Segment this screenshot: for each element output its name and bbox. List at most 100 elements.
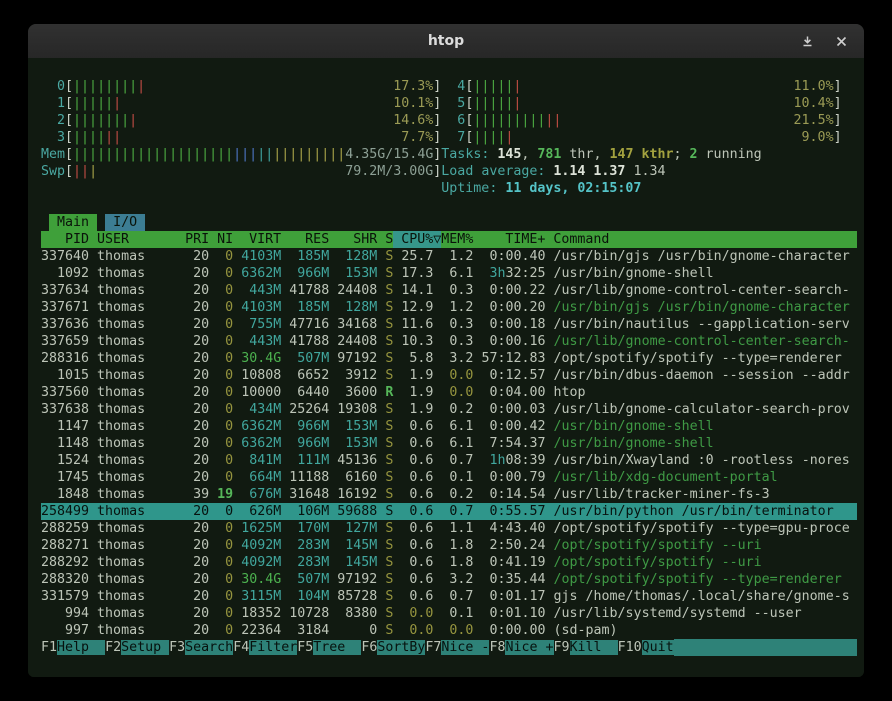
spacer bbox=[393, 316, 401, 333]
group-dropdown-icon[interactable] bbox=[798, 32, 816, 50]
cell-pid: 1092 bbox=[41, 265, 97, 282]
cell-virt: 4103M bbox=[241, 299, 281, 316]
process-row[interactable]: 1148 thomas 20 0 6362M 966M 153M S 0.6 6… bbox=[41, 435, 857, 452]
fkey-button-nice[interactable]: F8Nice + bbox=[489, 639, 553, 656]
process-row[interactable]: 337634 thomas 20 0 443M 41788 24408 S 14… bbox=[41, 282, 857, 299]
process-row[interactable]: 288292 thomas 20 0 4092M 283M 145M S 0.6… bbox=[41, 554, 857, 571]
process-row[interactable]: 1524 thomas 20 0 841M 111M 45136 S 0.6 0… bbox=[41, 452, 857, 469]
fkey-number: F6 bbox=[361, 640, 377, 655]
cell-shr: 45136 bbox=[337, 452, 377, 469]
process-row[interactable]: 337638 thomas 20 0 434M 25264 19308 S 1.… bbox=[41, 401, 857, 418]
cell-user: thomas bbox=[97, 333, 177, 350]
cell-virt: 10000 bbox=[241, 384, 281, 401]
cell-pri: 20 bbox=[177, 537, 209, 554]
process-row[interactable]: 288316 thomas 20 0 30.4G 507M 97192 S 5.… bbox=[41, 350, 857, 367]
fkey-button-kill[interactable]: F9Kill bbox=[554, 639, 618, 656]
cell-virt: 30.4G bbox=[241, 571, 281, 588]
process-row[interactable]: 1147 thomas 20 0 6362M 966M 153M S 0.6 6… bbox=[41, 418, 857, 435]
cell-pid: 288292 bbox=[41, 554, 97, 571]
column-headers-right[interactable]: MEM% TIME+ Command bbox=[441, 231, 609, 248]
column-headers-left[interactable]: PID USER PRI NI VIRT RES SHR S bbox=[41, 231, 393, 248]
spacer bbox=[281, 265, 289, 282]
fkey-button-filter[interactable]: F4Filter bbox=[233, 639, 297, 656]
tab-io[interactable]: I/O bbox=[105, 214, 145, 231]
text-segment: 1.37 bbox=[593, 164, 633, 179]
process-row[interactable]: 288320 thomas 20 0 30.4G 507M 97192 S 0.… bbox=[41, 571, 857, 588]
cell-shr: 127M bbox=[337, 520, 377, 537]
fkey-button-quit[interactable]: F10Quit bbox=[618, 639, 674, 656]
cpu7-meter-close-bracket: ] bbox=[834, 129, 842, 146]
process-row[interactable]: 337671 thomas 20 0 4103M 185M 128M S 12.… bbox=[41, 299, 857, 316]
fkey-button-nice[interactable]: F7Nice - bbox=[425, 639, 489, 656]
green-ticks: |||| bbox=[473, 130, 505, 145]
yellow-ticks: | bbox=[89, 164, 97, 179]
spacer bbox=[433, 588, 441, 605]
process-row[interactable]: 994 thomas 20 0 18352 10728 8380 S 0.0 0… bbox=[41, 605, 857, 622]
spacer bbox=[473, 503, 481, 520]
process-row[interactable]: 288259 thomas 20 0 1625M 170M 127M S 0.6… bbox=[41, 520, 857, 537]
red-ticks: | bbox=[513, 79, 521, 94]
titlebar[interactable]: htop bbox=[28, 24, 864, 58]
cell-state: S bbox=[385, 316, 393, 333]
spacer bbox=[473, 299, 481, 316]
cell-shr: 34168 bbox=[337, 316, 377, 333]
cpu0-meter-bar: |||||||||17.3% bbox=[73, 78, 433, 95]
process-row[interactable]: 337640 thomas 20 0 4103M 185M 128M S 25.… bbox=[41, 248, 857, 265]
spacer bbox=[281, 401, 289, 418]
cell-pri: 20 bbox=[177, 367, 209, 384]
cell-cpu: 0.0 bbox=[401, 622, 433, 639]
cpu0-meter-close-bracket: ] bbox=[433, 78, 441, 95]
tab-main[interactable]: Main bbox=[49, 214, 97, 231]
cell-shr: 3600 bbox=[337, 384, 377, 401]
cell-ni: 0 bbox=[209, 418, 233, 435]
spacer bbox=[433, 333, 441, 350]
cell-virt: 4092M bbox=[241, 537, 281, 554]
spacer bbox=[281, 299, 289, 316]
process-row[interactable]: 1015 thomas 20 0 10808 6652 3912 S 1.9 0… bbox=[41, 367, 857, 384]
process-row[interactable]: 258499 thomas 20 0 626M 106M 59688 S 0.6… bbox=[41, 503, 857, 520]
cell-res: 507M bbox=[289, 571, 329, 588]
process-row[interactable]: 288271 thomas 20 0 4092M 283M 145M S 0.6… bbox=[41, 537, 857, 554]
spacer bbox=[329, 367, 337, 384]
cell-cpu: 0.6 bbox=[401, 469, 433, 486]
fkey-button-sortby[interactable]: F6SortBy bbox=[361, 639, 425, 656]
cell-command: /usr/lib/gnome-calculator-search-prov bbox=[546, 401, 850, 418]
blue-ticks: ||| bbox=[233, 147, 257, 162]
fkey-button-help[interactable]: F1Help bbox=[41, 639, 105, 656]
text-segment: 1.34 bbox=[633, 164, 665, 179]
cell-pid: 337671 bbox=[41, 299, 97, 316]
close-icon[interactable] bbox=[832, 32, 850, 50]
cell-ni: 0 bbox=[209, 333, 233, 350]
process-row[interactable]: 331579 thomas 20 0 3115M 104M 85728 S 0.… bbox=[41, 588, 857, 605]
swap-meter-ticks: ||| bbox=[73, 163, 97, 180]
cell-pri: 20 bbox=[177, 350, 209, 367]
cell-time: 0:04.00 bbox=[481, 384, 545, 401]
fkey-button-search[interactable]: F3Search bbox=[169, 639, 233, 656]
swap-meter-bar: |||79.2M/3.00G bbox=[73, 163, 433, 180]
column-header-cpu-sort[interactable]: CPU%▽ bbox=[393, 231, 441, 248]
cell-mem: 0.0 bbox=[441, 384, 473, 401]
spacer bbox=[433, 418, 441, 435]
spacer bbox=[233, 282, 241, 299]
cell-mem: 0.1 bbox=[441, 605, 473, 622]
text-segment: Load average: bbox=[441, 164, 553, 179]
cell-pid: 1015 bbox=[41, 367, 97, 384]
process-row[interactable]: 1092 thomas 20 0 6362M 966M 153M S 17.3 … bbox=[41, 265, 857, 282]
process-row[interactable]: 337636 thomas 20 0 755M 47716 34168 S 11… bbox=[41, 316, 857, 333]
cell-time: 2:50.24 bbox=[481, 537, 545, 554]
spacer bbox=[433, 537, 441, 554]
cell-pid: 1848 bbox=[41, 486, 97, 503]
cell-pri: 20 bbox=[177, 333, 209, 350]
process-row[interactable]: 337560 thomas 20 0 10000 6440 3600 R 1.9… bbox=[41, 384, 857, 401]
cell-ni: 0 bbox=[209, 350, 233, 367]
cell-pri: 20 bbox=[177, 503, 209, 520]
cpu4-meter-open-bracket: [ bbox=[465, 78, 473, 95]
fkey-button-setup[interactable]: F2Setup bbox=[105, 639, 169, 656]
cell-pid: 337636 bbox=[41, 316, 97, 333]
spacer bbox=[377, 316, 385, 333]
process-row[interactable]: 997 thomas 20 0 22364 3184 0 S 0.0 0.0 0… bbox=[41, 622, 857, 639]
process-row[interactable]: 1848 thomas 39 19 676M 31648 16192 S 0.6… bbox=[41, 486, 857, 503]
fkey-button-tree[interactable]: F5Tree bbox=[297, 639, 361, 656]
process-row[interactable]: 337659 thomas 20 0 443M 41788 24408 S 10… bbox=[41, 333, 857, 350]
process-row[interactable]: 1745 thomas 20 0 664M 11188 6160 S 0.6 0… bbox=[41, 469, 857, 486]
